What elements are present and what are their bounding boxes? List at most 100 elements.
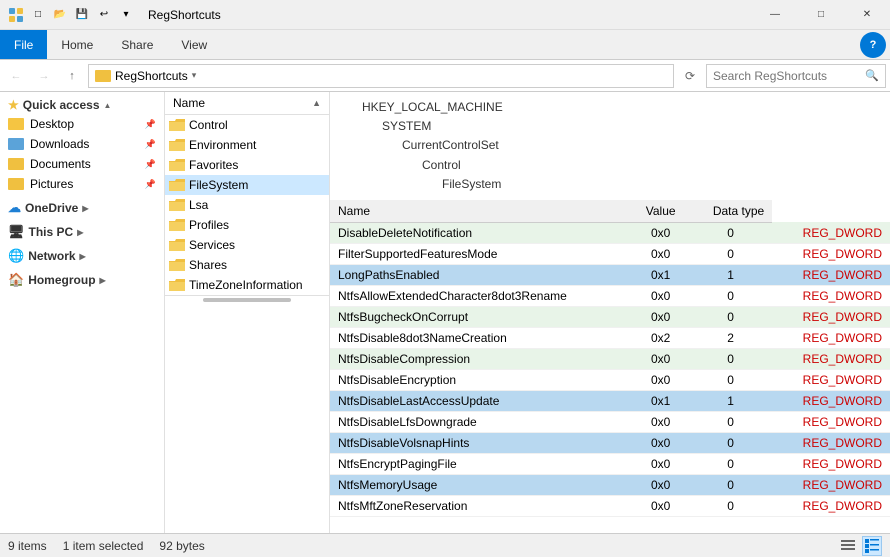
refresh-button[interactable]: ⟳: [678, 64, 702, 88]
status-bar: 9 items 1 item selected 92 bytes: [0, 533, 890, 557]
col-value: Value: [632, 200, 689, 223]
reg-dataval-13: 0: [689, 495, 772, 516]
reg-dataval-3: 0: [689, 285, 772, 306]
tree-item-7[interactable]: Shares: [165, 255, 329, 275]
window-controls: — □ ✕: [752, 0, 890, 30]
reg-type-6: REG_DWORD: [772, 348, 890, 369]
table-row[interactable]: DisableDeleteNotification 0x0 0 REG_DWOR…: [330, 222, 890, 243]
tree-item-5[interactable]: Profiles: [165, 215, 329, 235]
toolbar-icon-new[interactable]: □: [30, 7, 46, 23]
sidebar-item-pictures[interactable]: Pictures 📌: [0, 174, 164, 194]
table-row[interactable]: NtfsDisableVolsnapHints 0x0 0 REG_DWORD: [330, 432, 890, 453]
address-bar: ← → ↑ RegShortcuts ▾ ⟳ 🔍: [0, 60, 890, 92]
tree-item-2[interactable]: Favorites: [165, 155, 329, 175]
table-row[interactable]: NtfsMftZoneReservation 0x0 0 REG_DWORD: [330, 495, 890, 516]
reg-dataval-10: 0: [689, 432, 772, 453]
reg-name-9: NtfsDisableLfsDowngrade: [330, 411, 632, 432]
tree-item-4[interactable]: Lsa: [165, 195, 329, 215]
homegroup-section[interactable]: 🏠 Homegroup ▶: [0, 266, 164, 290]
toolbar-dropdown[interactable]: ▾: [118, 7, 134, 23]
reg-table-container: Name Value Data type DisableDeleteNotifi…: [330, 200, 890, 533]
toolbar-icon-undo[interactable]: ↩: [96, 7, 112, 23]
forward-button[interactable]: →: [32, 64, 56, 88]
minimize-button[interactable]: —: [752, 0, 798, 30]
network-section[interactable]: 🌐 Network ▶: [0, 242, 164, 266]
maximize-button[interactable]: □: [798, 0, 844, 30]
table-row[interactable]: NtfsDisableLfsDowngrade 0x0 0 REG_DWORD: [330, 411, 890, 432]
reg-type-10: REG_DWORD: [772, 432, 890, 453]
reg-type-1: REG_DWORD: [772, 243, 890, 264]
table-row[interactable]: NtfsAllowExtendedCharacter8dot3Rename 0x…: [330, 285, 890, 306]
tab-home[interactable]: Home: [47, 30, 107, 59]
folder-icon-1: [169, 137, 185, 153]
reg-value-8: 0x1: [632, 390, 689, 411]
downloads-label: Downloads: [30, 137, 89, 151]
sidebar-item-downloads[interactable]: Downloads 📌: [0, 134, 164, 154]
onedrive-arrow: ▶: [82, 204, 88, 213]
search-input[interactable]: [713, 69, 861, 83]
tree-collapse-arrow[interactable]: ▲: [312, 98, 321, 108]
path-dropdown-arrow[interactable]: ▾: [192, 70, 197, 81]
homegroup-arrow: ▶: [100, 276, 106, 285]
table-row[interactable]: NtfsBugcheckOnCorrupt 0x0 0 REG_DWORD: [330, 306, 890, 327]
tree-item-6[interactable]: Services: [165, 235, 329, 255]
tree-item-8[interactable]: TimeZoneInformation: [165, 275, 329, 295]
tab-view[interactable]: View: [167, 30, 221, 59]
reg-name-11: NtfsEncryptPagingFile: [330, 453, 632, 474]
table-row[interactable]: NtfsDisableEncryption 0x0 0 REG_DWORD: [330, 369, 890, 390]
table-row[interactable]: LongPathsEnabled 0x1 1 REG_DWORD: [330, 264, 890, 285]
table-row[interactable]: NtfsDisable8dot3NameCreation 0x2 2 REG_D…: [330, 327, 890, 348]
reg-path-system: SYSTEM: [342, 117, 878, 136]
reg-dataval-4: 0: [689, 306, 772, 327]
reg-dataval-0: 0: [689, 222, 772, 243]
table-row[interactable]: NtfsDisableCompression 0x0 0 REG_DWORD: [330, 348, 890, 369]
tree-scrollbar[interactable]: [165, 295, 329, 303]
table-row[interactable]: NtfsEncryptPagingFile 0x0 0 REG_DWORD: [330, 453, 890, 474]
tree-items: Control Environment Favorites FileSystem: [165, 115, 329, 295]
reg-name-10: NtfsDisableVolsnapHints: [330, 432, 632, 453]
reg-value-11: 0x0: [632, 453, 689, 474]
folder-icon-5: [169, 217, 185, 233]
tab-share[interactable]: Share: [107, 30, 167, 59]
app-icon: [8, 7, 24, 23]
onedrive-section[interactable]: ☁ OneDrive ▶: [0, 194, 164, 218]
tree-item-1[interactable]: Environment: [165, 135, 329, 155]
close-button[interactable]: ✕: [844, 0, 890, 30]
tree-item-label-3: FileSystem: [189, 178, 248, 192]
network-label: Network: [28, 249, 75, 263]
table-row[interactable]: FilterSupportedFeaturesMode 0x0 0 REG_DW…: [330, 243, 890, 264]
address-path[interactable]: RegShortcuts ▾: [88, 64, 674, 88]
tab-file[interactable]: File: [0, 30, 47, 59]
quick-access-section[interactable]: ★ Quick access ▲: [0, 92, 164, 114]
registry-view: HKEY_LOCAL_MACHINE SYSTEM CurrentControl…: [330, 92, 890, 533]
tree-item-0[interactable]: Control: [165, 115, 329, 135]
search-box: 🔍: [706, 64, 886, 88]
up-button[interactable]: ↑: [60, 64, 84, 88]
sidebar-item-documents[interactable]: Documents 📌: [0, 154, 164, 174]
main-content: ★ Quick access ▲ Desktop 📌 Downloads 📌 D…: [0, 92, 890, 533]
tree-item-3[interactable]: FileSystem: [165, 175, 329, 195]
reg-value-2: 0x1: [632, 264, 689, 285]
toolbar-icon-save[interactable]: 💾: [74, 7, 90, 23]
documents-pin: 📌: [145, 159, 156, 170]
reg-name-4: NtfsBugcheckOnCorrupt: [330, 306, 632, 327]
reg-path-filesystem: FileSystem: [342, 175, 878, 194]
view-list-button[interactable]: [838, 536, 858, 556]
view-details-button[interactable]: [862, 536, 882, 556]
reg-type-0: REG_DWORD: [772, 222, 890, 243]
onedrive-icon: ☁: [8, 200, 21, 216]
reg-value-4: 0x0: [632, 306, 689, 327]
this-pc-section[interactable]: 🖥 This PC ▶: [0, 218, 164, 242]
back-button[interactable]: ←: [4, 64, 28, 88]
help-button[interactable]: ?: [860, 32, 886, 58]
tree-item-label-0: Control: [189, 118, 228, 132]
table-row[interactable]: NtfsDisableLastAccessUpdate 0x1 1 REG_DW…: [330, 390, 890, 411]
sidebar-item-desktop[interactable]: Desktop 📌: [0, 114, 164, 134]
reg-name-0: DisableDeleteNotification: [330, 222, 632, 243]
tree-item-label-4: Lsa: [189, 198, 208, 212]
title-text: RegShortcuts: [148, 8, 221, 22]
reg-tbody: DisableDeleteNotification 0x0 0 REG_DWOR…: [330, 222, 890, 516]
file-tree: Name ▲ Control Environment Favorite: [165, 92, 330, 533]
toolbar-icon-open[interactable]: 📂: [52, 7, 68, 23]
table-row[interactable]: NtfsMemoryUsage 0x0 0 REG_DWORD: [330, 474, 890, 495]
